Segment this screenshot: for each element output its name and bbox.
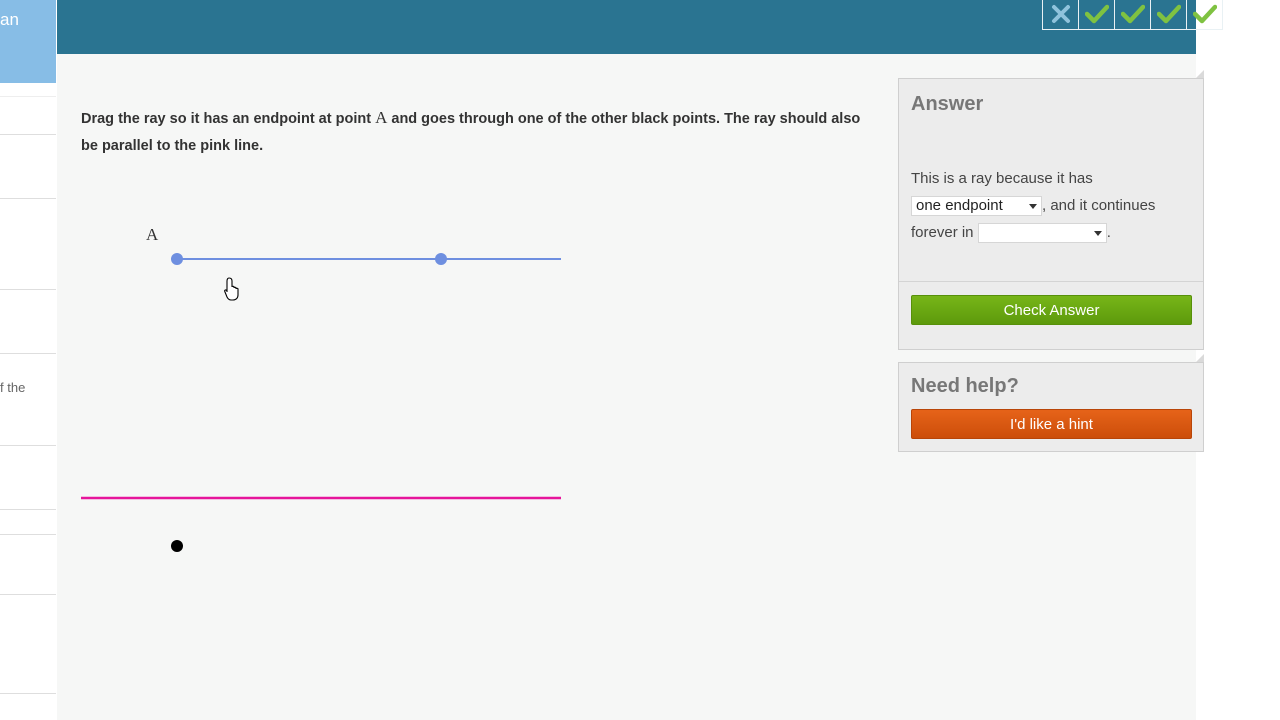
streak-box-wrong: [1043, 0, 1079, 29]
answer-panel: Answer This is a ray because it has one …: [898, 70, 1204, 350]
sidebar-snippet: f the: [0, 380, 26, 395]
sidebar-divider: [0, 693, 56, 694]
ray-endpoint-handle[interactable]: [171, 253, 183, 265]
answer-sentence: This is a ray because it has one endpoin…: [911, 165, 1196, 246]
left-sidebar: an f the: [0, 0, 56, 720]
help-title: Need help?: [911, 375, 1019, 397]
endpoint-select[interactable]: one endpoint: [911, 196, 1042, 217]
question-point-var: A: [375, 108, 388, 127]
top-bar: [57, 0, 1223, 54]
sidebar-divider: [0, 534, 56, 535]
sidebar-divider: [0, 198, 56, 199]
sidebar-divider: [0, 96, 56, 97]
panel-corner: [1196, 354, 1204, 362]
answer-text-1: This is a ray because it has: [911, 170, 1093, 187]
panel-divider: [899, 281, 1203, 282]
check-icon: [1192, 4, 1217, 24]
streak-box-correct: [1187, 0, 1222, 29]
hint-button[interactable]: I'd like a hint: [911, 409, 1192, 439]
sidebar-divider: [0, 289, 56, 290]
endpoint-select-value: one endpoint: [916, 197, 1003, 215]
x-icon: [1051, 5, 1070, 23]
chevron-down-icon: [1093, 231, 1102, 237]
streak-box-correct: [1151, 0, 1187, 29]
direction-select[interactable]: [977, 223, 1107, 244]
sidebar-divider: [0, 509, 56, 510]
check-icon: [1156, 4, 1181, 24]
point-a-label: A: [146, 225, 159, 244]
sidebar-divider: [0, 134, 56, 135]
check-answer-button[interactable]: Check Answer: [911, 295, 1192, 325]
sidebar-divider: [0, 594, 56, 595]
ray-direction-handle[interactable]: [435, 253, 447, 265]
interactive-graph[interactable]: A: [57, 180, 597, 570]
panel-corner: [1196, 70, 1204, 78]
sidebar-divider: [0, 353, 56, 354]
sidebar-header-text: an: [0, 10, 19, 29]
streak-box-correct: [1079, 0, 1115, 29]
sidebar-divider: [0, 445, 56, 446]
chevron-down-icon: [1029, 204, 1037, 210]
streak-box-correct: [1115, 0, 1151, 29]
help-panel: Need help? I'd like a hint: [898, 354, 1204, 452]
streak-bar: [1042, 0, 1223, 30]
hand-pointer-icon: [224, 277, 239, 301]
answer-text-3: .: [1106, 224, 1111, 241]
question-part1: Drag the ray so it has an endpoint at po…: [81, 111, 372, 127]
answer-title: Answer: [911, 93, 984, 115]
black-point: [171, 540, 183, 552]
check-icon: [1120, 4, 1145, 24]
question-text: Drag the ray so it has an endpoint at po…: [81, 104, 861, 160]
check-icon: [1084, 4, 1109, 24]
sidebar-header[interactable]: an: [0, 0, 56, 83]
